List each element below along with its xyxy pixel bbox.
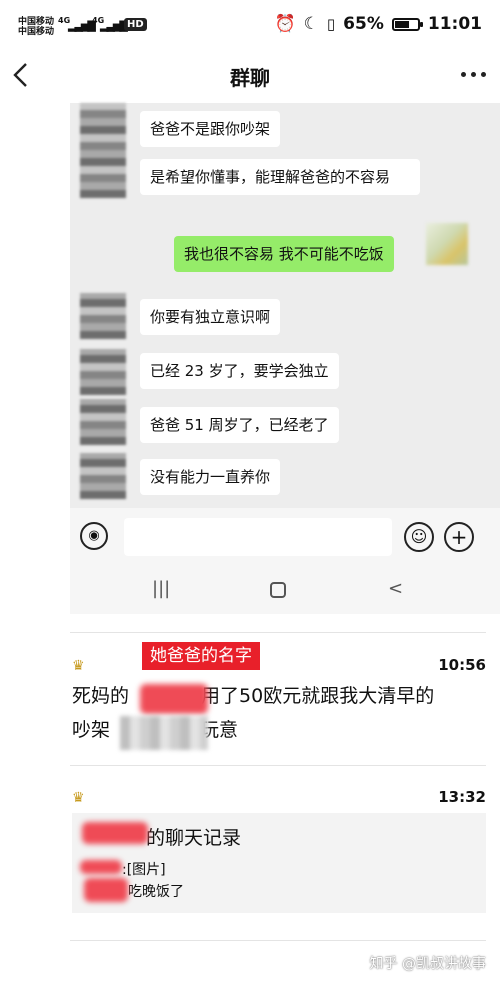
divider	[70, 765, 486, 766]
home-icon[interactable]	[270, 582, 286, 598]
alarm-icon: ⏰	[274, 14, 296, 34]
chat-area: 爸爸不是跟你吵架 是希望你懂事，能理解爸爸的不容易 我也很不容易 我不可能不吃饭…	[70, 103, 500, 508]
post-time: 10:56	[438, 656, 486, 674]
watermark: 知乎 @凯叔讲故事	[369, 956, 486, 972]
redaction-mark	[140, 684, 208, 714]
redaction-mark	[84, 878, 128, 902]
avatar-self[interactable]	[426, 223, 468, 265]
avatar-father[interactable]	[80, 453, 126, 499]
message-bubble: 爸爸 51 周岁了，已经老了	[140, 407, 339, 443]
redaction-mark	[80, 860, 122, 874]
status-right: ⏰ ☾ ▯ 65% 11:01	[274, 14, 482, 34]
do-not-disturb-icon: ☾	[303, 14, 319, 34]
crown-icon: ♛	[72, 790, 85, 806]
message-input[interactable]	[124, 518, 392, 556]
battery-fill	[394, 20, 410, 28]
hd-badge: HD	[124, 18, 147, 31]
nav-back-icon[interactable]: <	[388, 578, 403, 599]
title-bar: 群聊	[0, 50, 500, 102]
signal-icon-1: ▂▃▅▇	[68, 19, 96, 32]
more-options-icon[interactable]	[461, 72, 486, 77]
page-title: 群聊	[230, 66, 270, 90]
status-bar: 中国移动 中国移动 4G ▂▃▅▇ 4G ▂▃▅▇ HD ⏰ ☾ ▯ 65% 1…	[0, 0, 500, 50]
divider	[70, 940, 486, 941]
divider	[70, 632, 486, 633]
vibrate-icon: ▯	[326, 15, 336, 33]
avatar-father[interactable]	[80, 399, 126, 445]
clock: 11:01	[427, 14, 482, 34]
carrier-labels: 中国移动 中国移动	[18, 17, 54, 37]
redaction-mark	[120, 716, 208, 750]
input-bar: ◉ ☺ +	[70, 508, 500, 568]
message-bubble: 是希望你懂事，能理解爸爸的不容易	[140, 159, 420, 195]
battery-percent: 65%	[343, 14, 384, 34]
add-icon[interactable]: +	[444, 522, 474, 552]
message-bubble: 你要有独立意识啊	[140, 299, 281, 335]
emoji-icon[interactable]: ☺	[404, 522, 434, 552]
message-bubble-self: 我也很不容易 我不可能不吃饭	[174, 236, 394, 272]
post-text-line-1: 死妈的 用了50欧元就跟我大清早的	[72, 685, 435, 707]
message-bubble: 爸爸不是跟你吵架	[140, 111, 281, 147]
crown-icon: ♛	[72, 658, 85, 674]
recent-apps-icon[interactable]: |||	[152, 578, 170, 599]
signal-icon-2: ▂▃▅▇	[100, 19, 128, 32]
carrier-1: 中国移动	[18, 17, 55, 27]
voice-input-icon[interactable]: ◉	[80, 522, 108, 550]
post-time: 13:32	[438, 788, 486, 806]
battery-icon	[391, 17, 423, 31]
annotation-tag: 她爸爸的名字	[142, 642, 260, 670]
system-nav-bar: ||| <	[70, 568, 500, 614]
redaction-mark	[82, 822, 148, 844]
message-bubble: 没有能力一直养你	[140, 459, 281, 495]
avatar-father[interactable]	[80, 349, 126, 395]
message-bubble: 已经 23 岁了，要学会独立	[140, 353, 339, 389]
carrier-2: 中国移动	[18, 27, 55, 37]
avatar-father[interactable]	[80, 293, 126, 339]
avatar-father[interactable]	[80, 103, 126, 198]
